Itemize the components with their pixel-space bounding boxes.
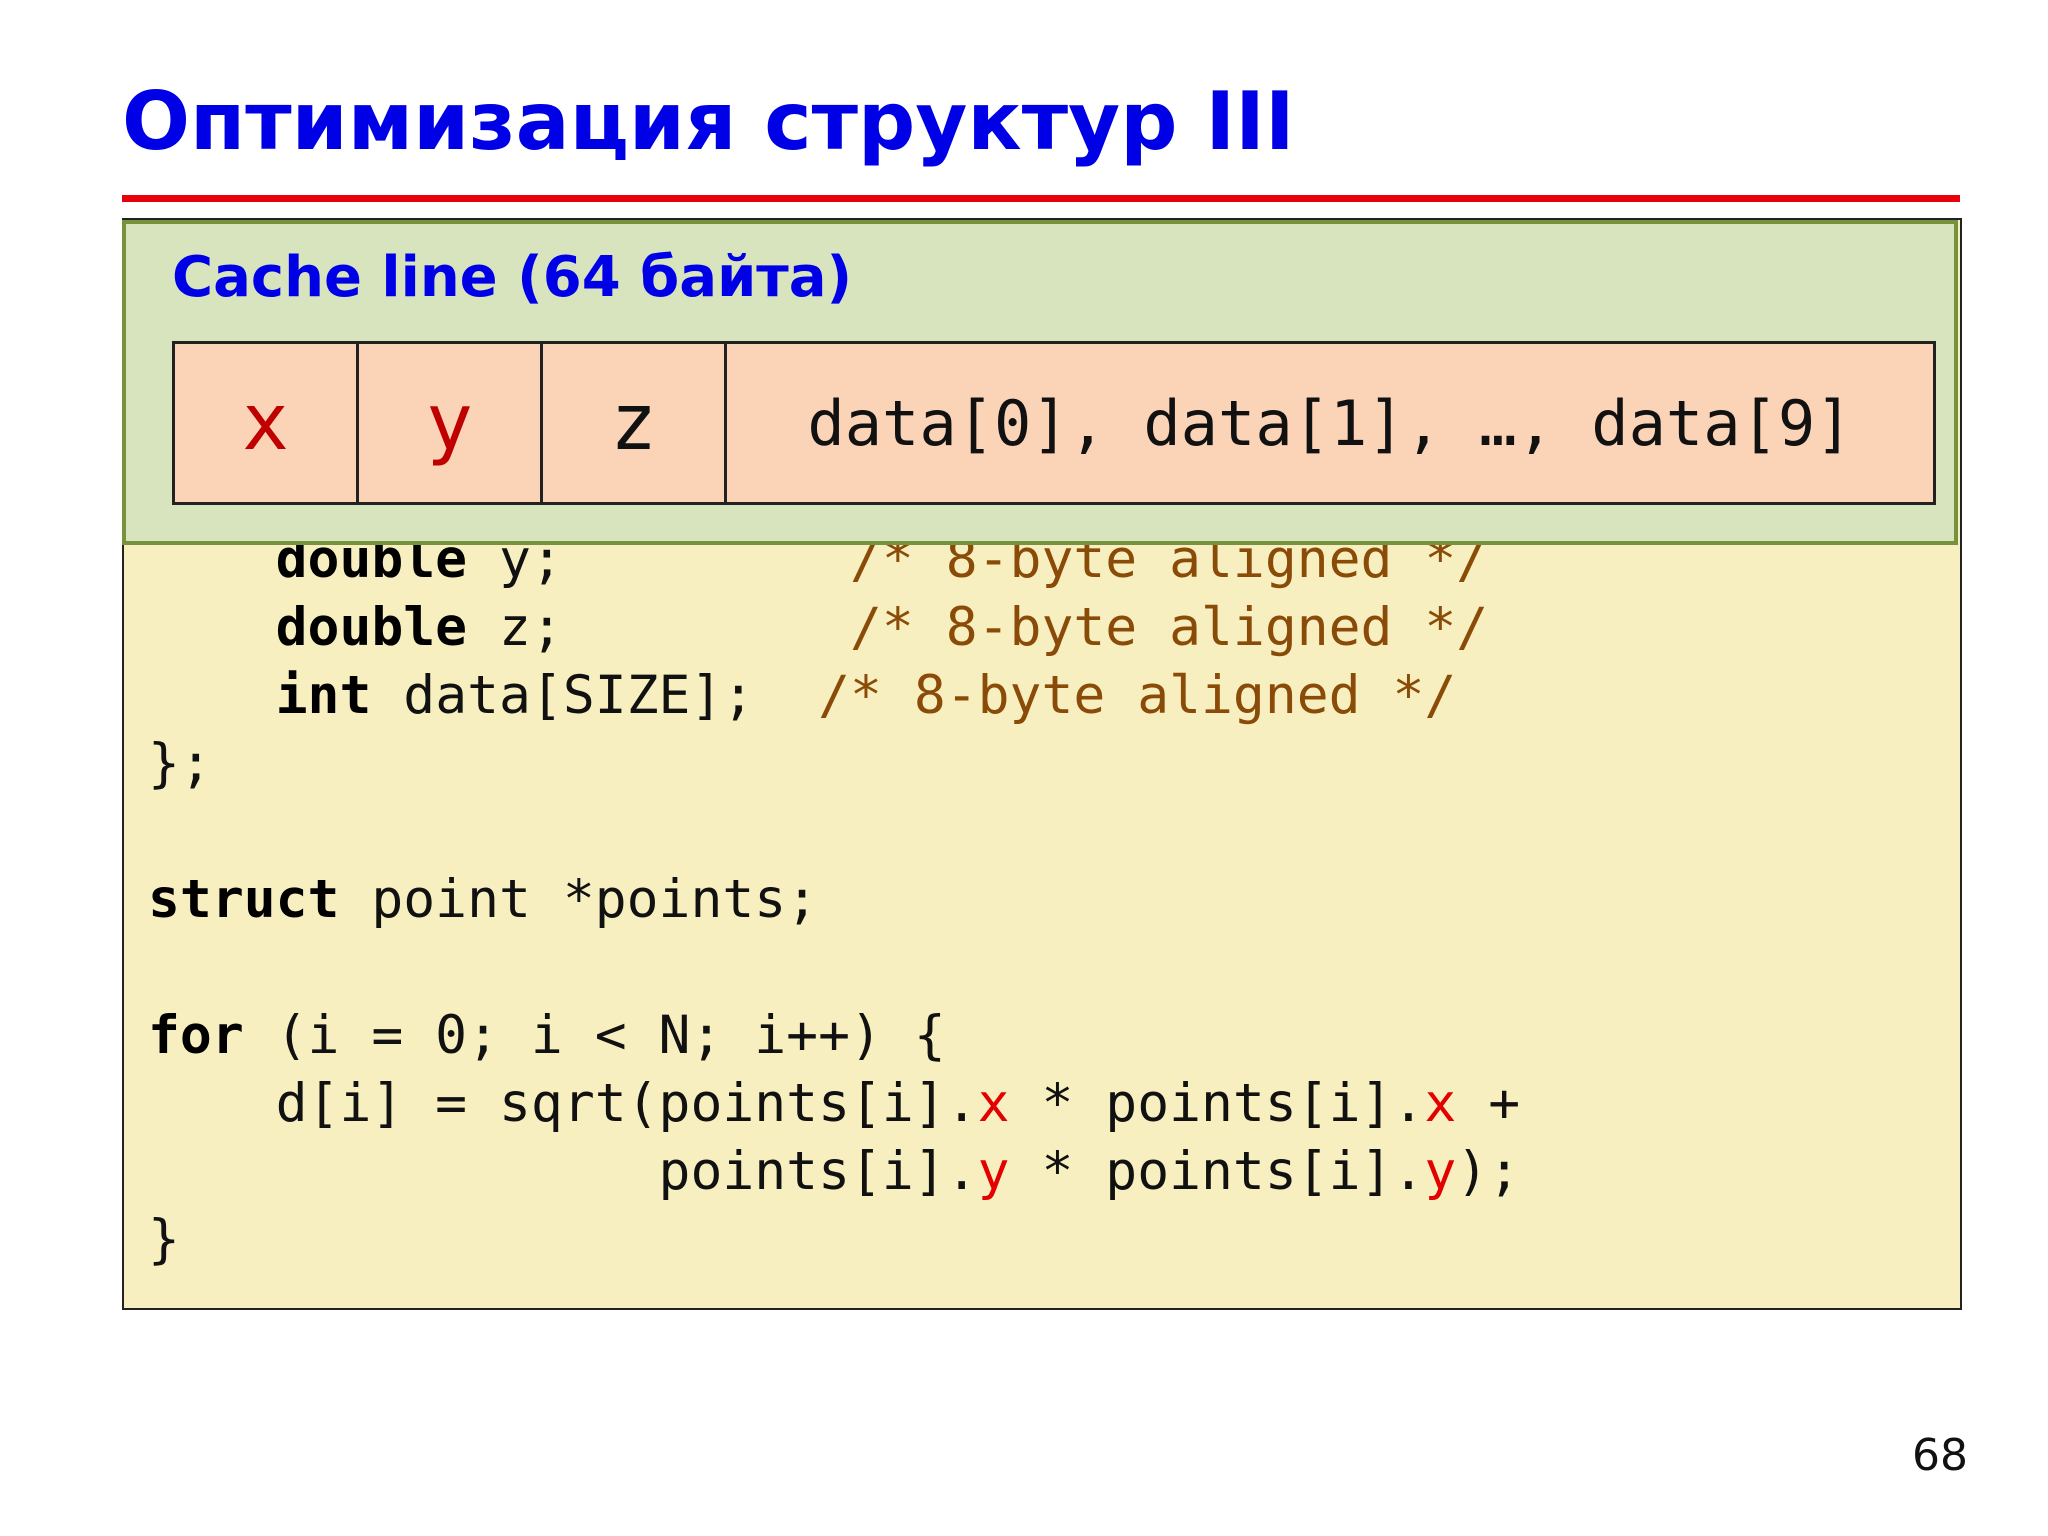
code-text: points[i]. bbox=[148, 1141, 978, 1202]
code-text: data[SIZE]; bbox=[371, 665, 819, 726]
code-line-sqrt-cont: points[i].y * points[i].y); bbox=[148, 1138, 1521, 1206]
code-text: z; bbox=[467, 597, 850, 658]
cache-line-label: Cache line (64 байта) bbox=[172, 245, 853, 310]
code-text: * points[i]. bbox=[1009, 1141, 1425, 1202]
code-text: (i = 0; i < N; i++) { bbox=[243, 1005, 946, 1066]
code-comment: /* 8-byte aligned */ bbox=[818, 665, 1457, 726]
code-line-loop-close: } bbox=[148, 1209, 180, 1270]
code-line-struct-points: struct point *points; bbox=[148, 866, 818, 934]
code-line-double-z: double z; /* 8-byte aligned */ bbox=[148, 594, 1489, 662]
keyword: struct bbox=[148, 869, 340, 930]
code-line-for-loop: for (i = 0; i < N; i++) { bbox=[148, 1002, 946, 1070]
slide-title: Оптимизация структур III bbox=[122, 75, 1295, 168]
keyword: for bbox=[148, 1005, 244, 1066]
cache-line-cells: x y z data[0], data[1], …, data[9] bbox=[172, 341, 1936, 505]
page-number: 68 bbox=[1912, 1430, 1968, 1481]
code-text: d[i] = sqrt(points[i]. bbox=[148, 1073, 978, 1134]
code-text: * points[i]. bbox=[1009, 1073, 1425, 1134]
code-text: + bbox=[1456, 1073, 1521, 1134]
title-divider bbox=[122, 195, 1960, 202]
code-line-int-data: int data[SIZE]; /* 8-byte aligned */ bbox=[148, 662, 1457, 730]
highlight-x: x bbox=[977, 1073, 1010, 1134]
keyword: double bbox=[275, 597, 468, 658]
cache-line-panel: Cache line (64 байта) x y z data[0], dat… bbox=[122, 220, 1958, 545]
keyword: int bbox=[275, 665, 372, 726]
code-line-struct-close: }; bbox=[148, 733, 212, 794]
cache-cell-x: x bbox=[175, 344, 359, 502]
cache-cell-data: data[0], data[1], …, data[9] bbox=[807, 386, 1853, 460]
cache-cell-z: z bbox=[543, 344, 727, 502]
cache-cell-y: y bbox=[359, 344, 543, 502]
code-text: ); bbox=[1456, 1141, 1521, 1202]
highlight-y: y bbox=[1424, 1141, 1457, 1202]
highlight-y: y bbox=[977, 1141, 1010, 1202]
code-comment: /* 8-byte aligned */ bbox=[850, 597, 1489, 658]
code-line-sqrt: d[i] = sqrt(points[i].x * points[i].x + bbox=[148, 1070, 1521, 1138]
code-text: point *points; bbox=[339, 869, 819, 930]
highlight-x: x bbox=[1424, 1073, 1457, 1134]
